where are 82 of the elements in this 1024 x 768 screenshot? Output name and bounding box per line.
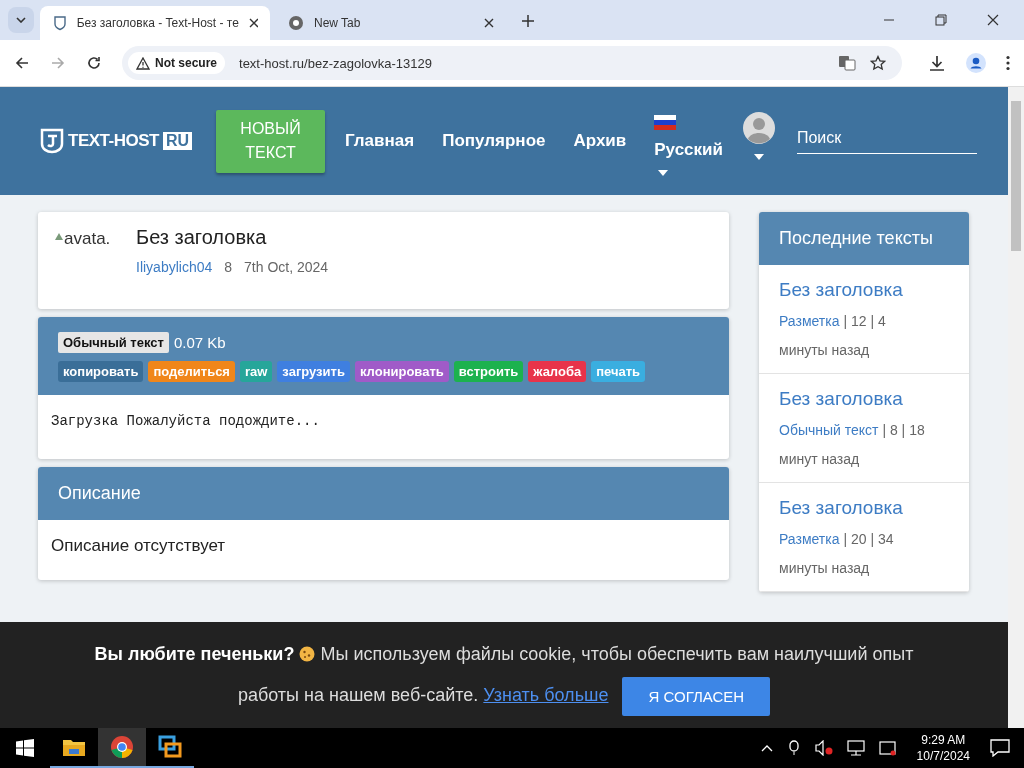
paste-date: 7th Oct, 2024: [244, 259, 329, 275]
chevron-icon: [16, 17, 26, 23]
recent-text-link[interactable]: Без заголовка: [779, 279, 949, 301]
speaker-muted-icon[interactable]: [814, 740, 833, 756]
shield-icon: [52, 15, 67, 31]
description-header: Описание: [38, 467, 729, 520]
syntax-label: Обычный текст: [58, 332, 169, 353]
chevron-up-icon[interactable]: [760, 744, 773, 752]
recent-text-link[interactable]: Без заголовка: [779, 497, 949, 519]
nav-link[interactable]: Популярное: [442, 131, 546, 151]
recent-text-meta: Разметка | 20 | 34: [779, 530, 895, 549]
syntax-link[interactable]: Разметка: [779, 313, 840, 329]
restore-icon[interactable]: [935, 14, 947, 26]
agree-button[interactable]: Я СОГЛАСЕН: [622, 676, 771, 716]
star-icon[interactable]: [870, 55, 886, 71]
nav-link[interactable]: Архив: [573, 131, 627, 151]
chrome-icon: [110, 735, 134, 759]
flag-icon: [654, 114, 677, 130]
action-button[interactable]: встроить: [453, 361, 524, 382]
nav-link[interactable]: Главная: [345, 131, 415, 151]
security-chip[interactable]: Not secure: [128, 52, 226, 74]
device-icon[interactable]: [878, 740, 897, 756]
recent-text-meta: Обычный текст | 8 | 18: [779, 421, 926, 440]
syntax-link[interactable]: Разметка: [779, 531, 840, 547]
scrollbar[interactable]: [1008, 87, 1024, 728]
paste-title: Без заголовка: [136, 226, 268, 249]
description-text: Описание отсутствует: [50, 535, 227, 557]
close-icon[interactable]: [248, 18, 258, 28]
network-icon[interactable]: [846, 740, 865, 756]
microphone-icon[interactable]: [786, 740, 801, 756]
overlapping-windows-icon: [158, 735, 182, 759]
new-tab-icon[interactable]: [522, 15, 534, 27]
recent-text-age: минут назад: [779, 450, 861, 469]
browser-tab[interactable]: New Tab: [276, 6, 506, 40]
recent-text-meta: Разметка | 12 | 4: [779, 312, 887, 331]
back-icon[interactable]: [14, 55, 30, 71]
caret-icon[interactable]: [753, 154, 764, 160]
download-icon[interactable]: [928, 54, 946, 72]
reload-icon[interactable]: [86, 55, 102, 71]
paste-content: Загрузка Пожалуйста подождите...: [50, 412, 321, 431]
cookie-icon: [299, 646, 316, 662]
close-icon[interactable]: [987, 14, 999, 26]
taskbar-app[interactable]: [98, 728, 146, 768]
search-field[interactable]: Поиск: [796, 122, 977, 154]
profile-icon[interactable]: [966, 53, 986, 73]
action-button[interactable]: жалоба: [528, 361, 587, 382]
view-count: 8: [224, 259, 233, 275]
recent-text-link[interactable]: Без заголовка: [779, 388, 949, 410]
site-logo[interactable]: TEXT-HOST RU: [40, 128, 192, 154]
browser-tab[interactable]: Без заголовка - Text-Host - те: [40, 6, 270, 40]
action-button[interactable]: raw: [239, 361, 273, 382]
author-link[interactable]: Iliyabylich04: [136, 259, 213, 275]
learn-more-link[interactable]: Узнать больше: [483, 685, 609, 705]
close-icon[interactable]: [484, 18, 494, 28]
menu-icon[interactable]: [1006, 55, 1010, 71]
cookie-message: Вы любите печеньки? Мы используем файлы cookie, чтобы обеспечить вам наилучший опыт работы на нашем веб-сайте. Узнать больше Я СОГЛАСЕН: [64, 634, 944, 716]
url-text: text-host.ru/bez-zagolovka-13129: [239, 55, 432, 71]
folder-icon: [62, 737, 86, 757]
windows-start-icon[interactable]: [16, 739, 34, 757]
action-button[interactable]: клонировать: [354, 361, 449, 382]
logo-icon: [40, 128, 64, 154]
notification-icon[interactable]: [990, 739, 1010, 757]
warning-icon: [136, 56, 150, 70]
address-bar[interactable]: Not secure text-host.ru/bez-zagolovka-13129: [122, 46, 902, 80]
action-button[interactable]: копировать: [58, 361, 144, 382]
file-size: 0.07 Kb: [173, 334, 226, 351]
action-button[interactable]: поделиться: [148, 361, 235, 382]
recent-text-age: минуты назад: [779, 559, 871, 578]
new-text-button[interactable]: НОВЫЙ ТЕКСТ: [216, 109, 325, 173]
avatar-alt-text: avata.: [64, 229, 111, 249]
action-button[interactable]: загрузить: [277, 361, 350, 382]
translate-icon[interactable]: [838, 55, 856, 71]
tab-list-button[interactable]: [8, 7, 34, 33]
caret-icon[interactable]: [658, 169, 669, 176]
sidebar-header: Последние тексты: [759, 212, 969, 265]
recent-text-age: минуты назад: [779, 341, 871, 360]
action-button[interactable]: печать: [591, 361, 646, 382]
clock-time: 9:29 AM: [921, 732, 966, 748]
language-menu[interactable]: Русский: [654, 139, 723, 160]
avatar-icon[interactable]: [742, 112, 775, 144]
clock-date: 10/7/2024: [916, 748, 970, 764]
syntax-link[interactable]: Обычный текст: [779, 422, 879, 438]
